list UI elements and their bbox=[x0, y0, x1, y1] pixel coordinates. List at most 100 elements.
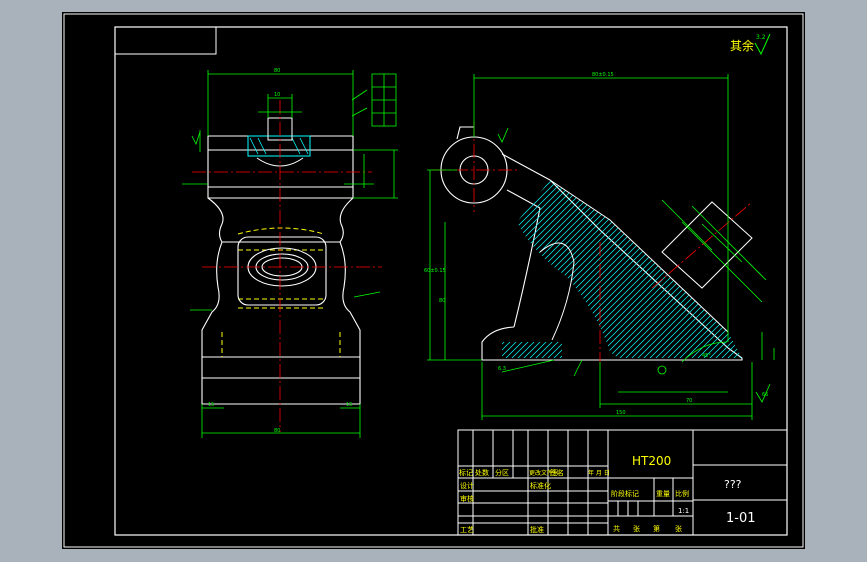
engineering-drawing: 其余 3.2 8010 8015 15 80±0.1560±0.1580 150… bbox=[63, 13, 805, 548]
svg-text:15: 15 bbox=[208, 402, 214, 408]
hatch-line bbox=[502, 180, 591, 358]
hatch-line bbox=[509, 180, 711, 358]
front-top-section bbox=[247, 117, 311, 167]
roughness-label: 其余 bbox=[730, 38, 754, 53]
hatch-line bbox=[774, 172, 805, 372]
hatch-line bbox=[533, 180, 735, 358]
svg-text:6.3: 6.3 bbox=[498, 366, 506, 372]
outer-frame bbox=[63, 13, 804, 548]
svg-text:阶段标记: 阶段标记 bbox=[611, 489, 639, 498]
hatch-line bbox=[502, 180, 681, 358]
hatch-line bbox=[671, 180, 742, 358]
drawing-name: ??? bbox=[724, 478, 742, 491]
svg-text:张: 张 bbox=[633, 524, 640, 533]
svg-text:70: 70 bbox=[686, 398, 692, 404]
svg-text:标准化: 标准化 bbox=[530, 481, 551, 490]
hatch-line bbox=[780, 172, 805, 372]
svg-text:张: 张 bbox=[675, 524, 682, 533]
svg-text:80: 80 bbox=[274, 428, 280, 434]
hatch-line bbox=[575, 180, 742, 358]
hatch-line bbox=[502, 180, 675, 358]
hatch-line bbox=[545, 180, 742, 358]
hatch-line bbox=[623, 180, 742, 358]
hatch-line bbox=[605, 180, 742, 358]
svg-text:60±0.15: 60±0.15 bbox=[424, 268, 446, 274]
front-dimensions bbox=[182, 70, 398, 438]
svg-text:150: 150 bbox=[616, 410, 626, 416]
hatch-line bbox=[502, 180, 573, 358]
hatch-line bbox=[756, 172, 805, 372]
hatch-line bbox=[502, 180, 519, 358]
hatch-line bbox=[288, 172, 488, 372]
hatch-line bbox=[502, 180, 693, 358]
hatch-line bbox=[502, 180, 669, 358]
tolerance-frames bbox=[351, 73, 397, 127]
svg-text:15: 15 bbox=[346, 402, 352, 408]
svg-text:80±0.15: 80±0.15 bbox=[592, 72, 614, 78]
svg-text:设计: 设计 bbox=[460, 481, 474, 490]
hatch-line bbox=[502, 180, 549, 358]
svg-text:80: 80 bbox=[439, 298, 445, 304]
svg-text:签名: 签名 bbox=[550, 468, 564, 477]
svg-text:第: 第 bbox=[653, 524, 660, 533]
hatch-line bbox=[786, 172, 805, 372]
roughness-note: 其余 3.2 bbox=[730, 33, 771, 56]
svg-text:处数: 处数 bbox=[475, 468, 489, 477]
svg-text:标记: 标记 bbox=[459, 468, 473, 477]
drawing-viewport[interactable]: 其余 3.2 80 10 80 15 15 80±0.15 60±0.15 80… bbox=[62, 12, 805, 549]
hatch-line bbox=[744, 172, 805, 372]
hatch-line bbox=[502, 180, 507, 358]
svg-text:审核: 审核 bbox=[460, 494, 474, 503]
hatch-line bbox=[593, 180, 742, 358]
hatch-line bbox=[611, 180, 742, 358]
hatch-line bbox=[737, 180, 742, 358]
svg-text:年 月 日: 年 月 日 bbox=[588, 469, 610, 477]
svg-text:批准: 批准 bbox=[530, 525, 544, 534]
front-view bbox=[201, 135, 361, 405]
hatch-line bbox=[502, 180, 663, 358]
hatch-line bbox=[503, 180, 705, 358]
hatch-line bbox=[502, 180, 621, 358]
front-oval bbox=[237, 236, 327, 306]
svg-text:共: 共 bbox=[613, 524, 620, 533]
hatch-line bbox=[502, 180, 657, 358]
hatch-line bbox=[515, 180, 717, 358]
roughness-value: 3.2 bbox=[756, 34, 766, 41]
svg-text:分区: 分区 bbox=[495, 468, 509, 477]
svg-text:10: 10 bbox=[274, 92, 280, 98]
hatch-line bbox=[719, 180, 742, 358]
scale-value: 1:1 bbox=[678, 507, 689, 515]
hatch-line bbox=[502, 180, 627, 358]
svg-text:工艺: 工艺 bbox=[460, 526, 474, 534]
hatch-line bbox=[521, 180, 723, 358]
drawing-number: 1-01 bbox=[726, 511, 756, 526]
hatch-line bbox=[599, 180, 742, 358]
hatch-line bbox=[731, 180, 742, 358]
hatch-line bbox=[665, 180, 742, 358]
hatch-line bbox=[653, 180, 742, 358]
side-view bbox=[440, 126, 743, 361]
hatch-line bbox=[282, 172, 482, 372]
hatch-line bbox=[502, 180, 687, 358]
svg-text:80: 80 bbox=[274, 68, 280, 74]
side-dimensions bbox=[427, 74, 775, 420]
svg-text:45°: 45° bbox=[702, 353, 711, 359]
hatch-line bbox=[798, 172, 805, 372]
hatch-line bbox=[502, 180, 579, 358]
hatch-line bbox=[804, 172, 805, 372]
hatch-line bbox=[539, 180, 741, 358]
inner-frame bbox=[114, 26, 788, 536]
hatch-line bbox=[527, 180, 729, 358]
hatch-line bbox=[300, 172, 500, 372]
hatch-line bbox=[762, 172, 805, 372]
hatch-line bbox=[502, 180, 633, 358]
hatch-line bbox=[502, 180, 555, 358]
material-label: HT200 bbox=[632, 454, 671, 468]
svg-text:比例: 比例 bbox=[675, 489, 689, 498]
hatch-line bbox=[689, 180, 742, 358]
hatch-line bbox=[677, 180, 742, 358]
hatch-line bbox=[725, 180, 742, 358]
top-left-box bbox=[114, 26, 217, 55]
front-hidden bbox=[221, 227, 341, 357]
svg-text:重量: 重量 bbox=[656, 490, 670, 498]
